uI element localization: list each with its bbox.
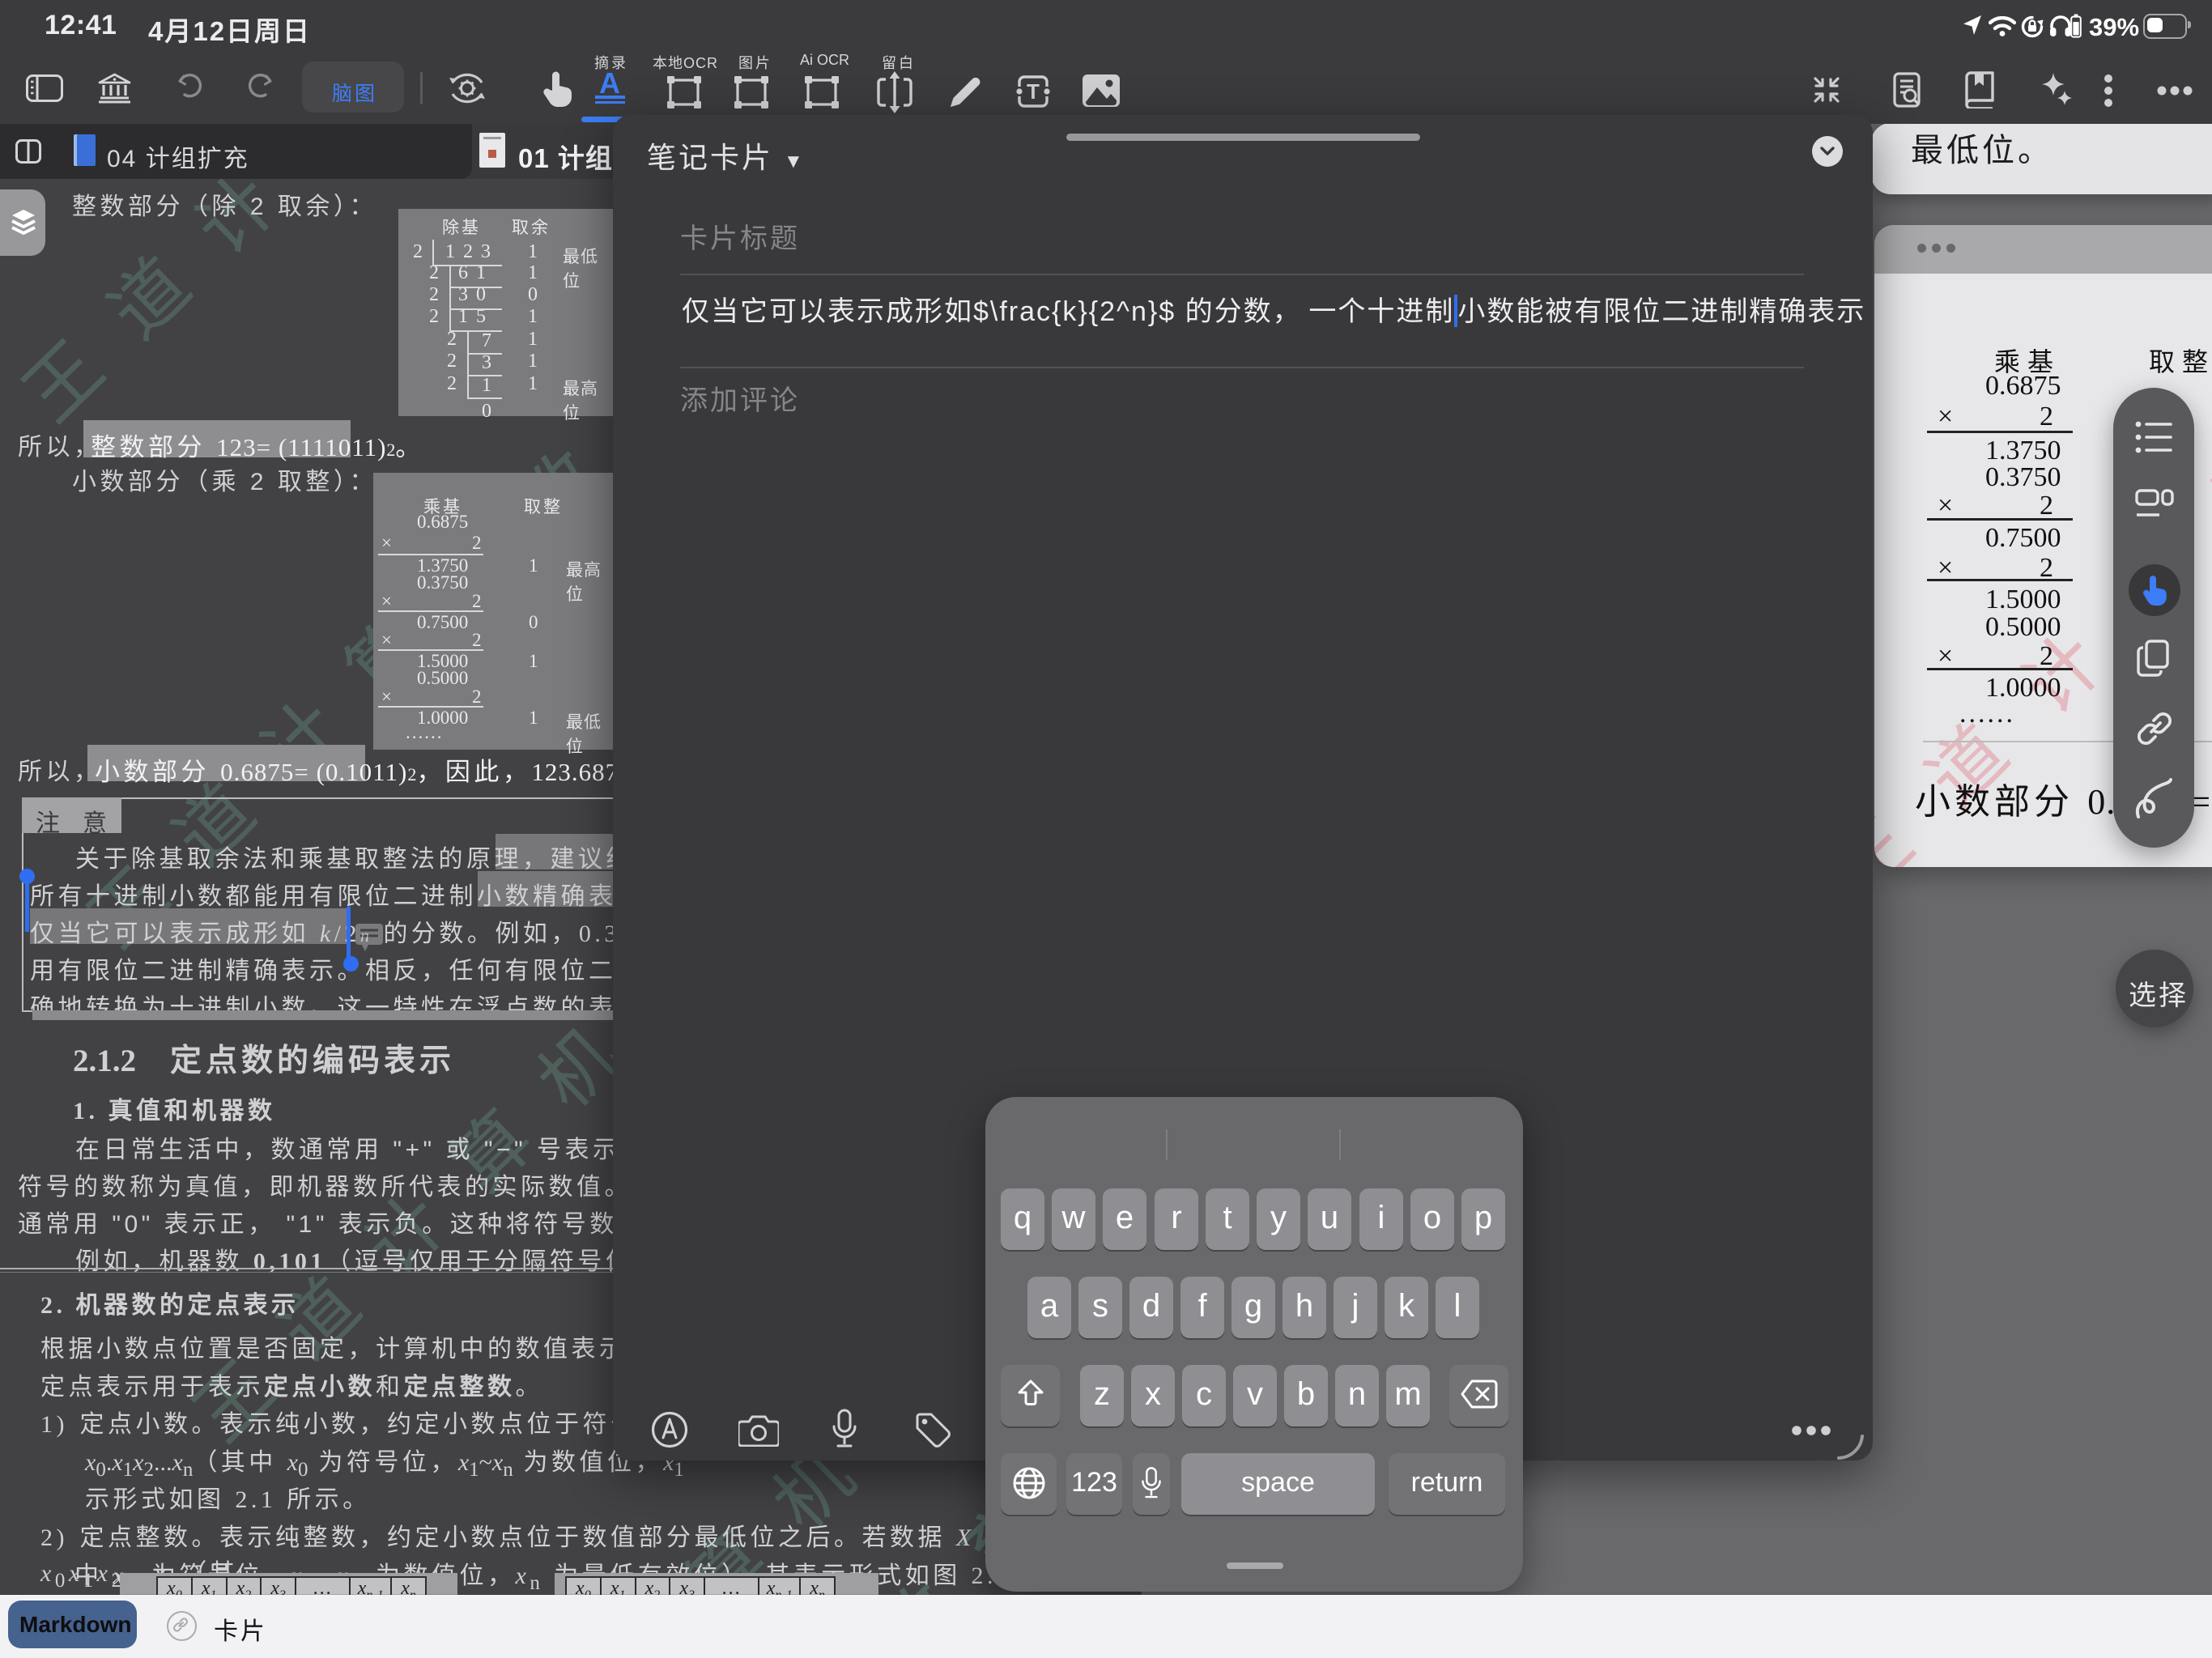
svg-text:T: T	[1027, 79, 1040, 104]
